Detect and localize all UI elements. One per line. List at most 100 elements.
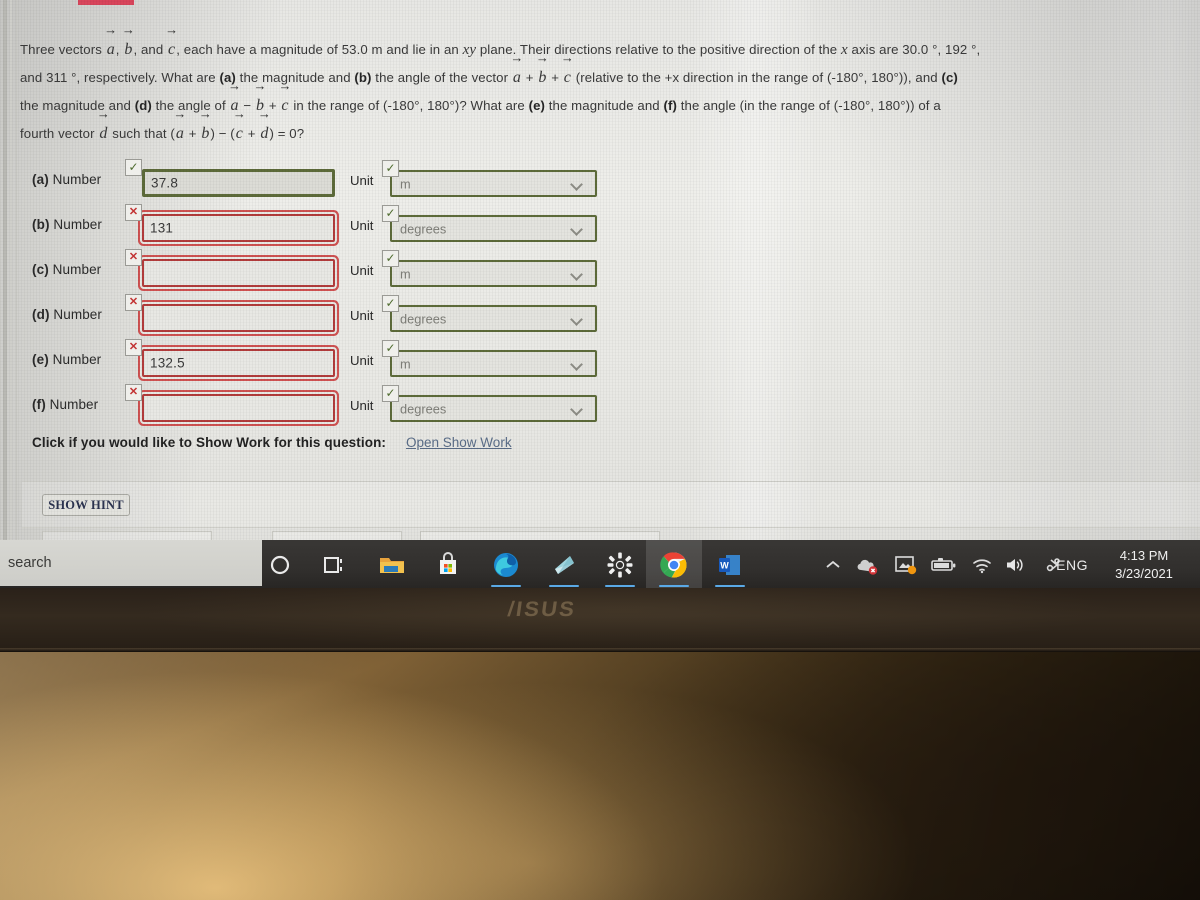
unit-select-b[interactable]: degrees [390, 215, 597, 242]
number-input-c[interactable] [142, 259, 335, 287]
text: plane. Their directions relative to the … [476, 42, 842, 57]
vector-c: c [235, 120, 244, 148]
text: and 311 °, respectively. What are [20, 70, 220, 85]
problem-line-2: and 311 °, respectively. What are (a) th… [20, 64, 1200, 92]
text: the angle (in the range of (-180°, 180°)… [676, 98, 941, 113]
chevron-down-icon[interactable] [569, 352, 591, 375]
part-c-tag: (c) [941, 70, 958, 85]
incorrect-x-icon: ✕ [125, 294, 142, 311]
teams-icon[interactable] [536, 540, 592, 590]
task-view-icon[interactable] [306, 540, 362, 590]
windows-search-box[interactable]: search [0, 540, 262, 586]
chevron-down-icon[interactable] [569, 217, 591, 240]
answer-fields: (a) Number 37.8 ✓ Unit m ✓ (b) Number 131 ✕ Unit d… [20, 159, 620, 433]
correct-check-icon: ✓ [382, 205, 399, 222]
unit-label: Unit [350, 353, 374, 368]
number-input-wrapper: 37.8 ✓ [125, 159, 335, 201]
problem-line-4: fourth vector d such that (a + b) − (c +… [20, 120, 1200, 148]
window-edge [10, 0, 12, 545]
number-input-f[interactable] [142, 394, 335, 422]
microsoft-store-icon[interactable] [420, 540, 476, 590]
number-input-e[interactable]: 132.5 [142, 349, 335, 377]
vector-d: d [259, 120, 269, 148]
active-underline [549, 584, 579, 587]
number-input-value: 37.8 [151, 175, 179, 191]
top-red-marker [78, 0, 134, 5]
text: such that ( [108, 126, 175, 141]
unit-select-c[interactable]: m [390, 260, 597, 287]
unit-label: Unit [350, 218, 374, 233]
clock[interactable]: 4:13 PM 3/23/2021 [1098, 540, 1190, 590]
text: ) = 0? [269, 126, 305, 141]
onedrive-error-icon[interactable] [852, 540, 884, 590]
wifi-icon[interactable] [966, 540, 998, 590]
file-explorer-icon[interactable] [364, 540, 420, 590]
answer-row-f: (f) Number ✕ Unit degrees ✓ [20, 384, 620, 433]
number-input-a[interactable]: 37.8 [142, 169, 335, 197]
language-indicator[interactable]: ENG [1056, 540, 1088, 590]
answer-row-a: (a) Number 37.8 ✓ Unit m ✓ [20, 159, 620, 208]
text: fourth vector [20, 126, 99, 141]
vector-c: c [167, 36, 176, 64]
clock-time: 4:13 PM [1119, 548, 1169, 563]
unit-select-wrapper: degrees ✓ [382, 295, 598, 335]
active-underline [715, 584, 745, 587]
number-input-wrapper: 131 ✕ [125, 204, 335, 246]
text: in the range of (-180°, 180°)? What are [289, 98, 529, 113]
unit-label: Unit [350, 308, 374, 323]
show-work-row: Click if you would like to Show Work for… [32, 435, 512, 450]
x-italic: x [841, 42, 848, 58]
correct-check-icon: ✓ [382, 385, 399, 402]
vector-c: c [563, 64, 572, 92]
volume-icon[interactable] [1000, 540, 1032, 590]
screen-snip-icon[interactable] [890, 540, 922, 590]
show-hidden-icons-chevron[interactable] [818, 540, 848, 590]
microsoft-edge-icon[interactable] [478, 540, 534, 590]
window-edge [16, 0, 17, 545]
text: (relative to the +x direction in the ran… [571, 70, 942, 85]
incorrect-x-icon: ✕ [125, 249, 142, 266]
vector-b: b [200, 120, 210, 148]
laptop-keyboard-deck: f3(▶f4✳f5☀f6⌧f7⌨f8▭f9homef10endf11pgupf1… [0, 652, 1200, 900]
unit-select-a[interactable]: m [390, 170, 597, 197]
show-hint-button[interactable]: SHOW HINT [42, 494, 130, 516]
divider [22, 527, 1200, 528]
unit-select-value: m [400, 356, 411, 371]
search-placeholder-text: search [8, 555, 52, 571]
unit-select-value: degrees [400, 221, 447, 236]
number-input-b[interactable]: 131 [142, 214, 335, 242]
google-chrome-icon[interactable] [646, 540, 702, 590]
unit-label: Unit [350, 173, 374, 188]
text: , and [133, 42, 168, 57]
open-show-work-link[interactable]: Open Show Work [406, 435, 512, 450]
part-f-tag: (f) [663, 98, 677, 113]
show-work-label: Click if you would like to Show Work for… [32, 435, 387, 450]
number-input-wrapper: ✕ [125, 384, 335, 426]
unit-select-wrapper: degrees ✓ [382, 385, 598, 425]
number-input-value: 131 [150, 220, 174, 236]
unit-select-e[interactable]: m [390, 350, 597, 377]
answer-row-d: (d) Number ✕ Unit degrees ✓ [20, 294, 620, 343]
settings-gear-icon[interactable] [592, 540, 648, 590]
cortana-icon[interactable] [252, 540, 308, 590]
active-underline [659, 584, 689, 587]
battery-icon[interactable] [928, 540, 960, 590]
answer-row-e: (e) Number 132.5 ✕ Unit m ✓ [20, 339, 620, 388]
chevron-down-icon[interactable] [569, 397, 591, 420]
text: Three vectors [20, 42, 106, 57]
unit-select-wrapper: m ✓ [382, 340, 598, 380]
unit-select-f[interactable]: degrees [390, 395, 597, 422]
chevron-down-icon[interactable] [569, 262, 591, 285]
microsoft-word-icon[interactable]: W [702, 540, 758, 590]
chevron-down-icon[interactable] [569, 307, 591, 330]
part-b-tag: (b) [354, 70, 372, 85]
chevron-down-icon[interactable] [569, 172, 591, 195]
correct-check-icon: ✓ [382, 295, 399, 312]
text: + [244, 126, 260, 141]
text: ) − ( [210, 126, 235, 141]
plus: + [521, 70, 538, 85]
unit-select-value: m [400, 266, 411, 281]
active-underline [605, 584, 635, 587]
unit-select-d[interactable]: degrees [390, 305, 597, 332]
number-input-d[interactable] [142, 304, 335, 332]
